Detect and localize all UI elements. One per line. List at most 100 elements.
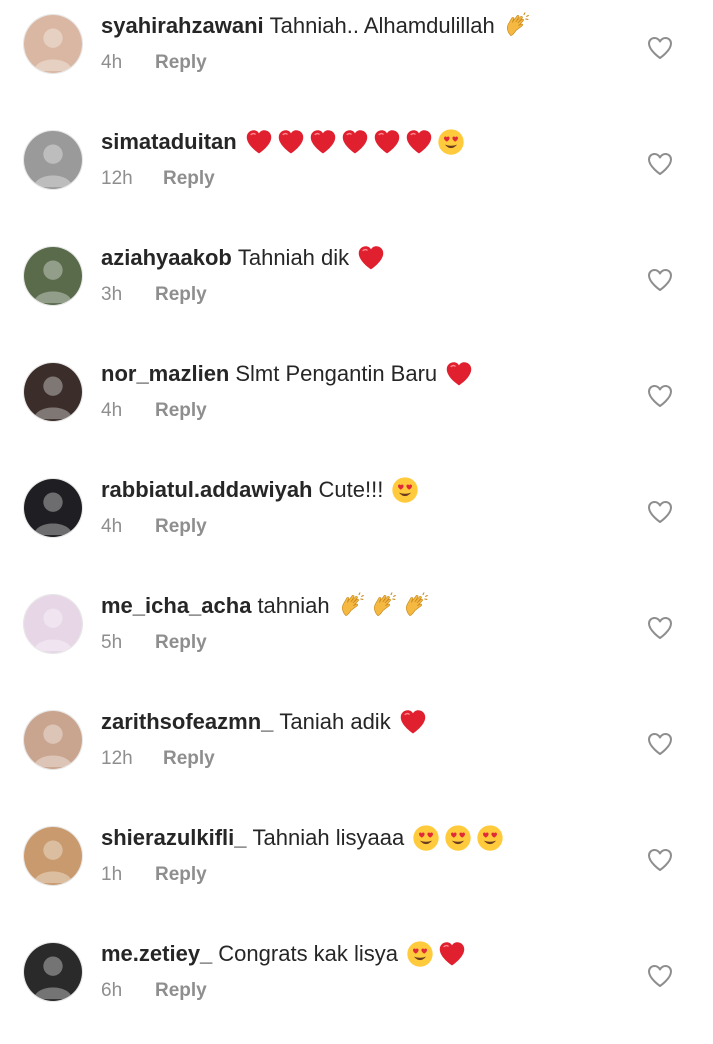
- like-heart-icon[interactable]: [647, 152, 673, 176]
- red-heart-icon: [445, 360, 473, 388]
- comment-meta: 5h Reply: [101, 632, 207, 654]
- avatar[interactable]: [23, 246, 83, 306]
- comment-meta: 4h Reply: [101, 52, 207, 74]
- comment-meta: 4h Reply: [101, 400, 207, 422]
- reply-button[interactable]: Reply: [163, 748, 215, 770]
- reply-button[interactable]: Reply: [155, 400, 207, 422]
- timestamp: 1h: [101, 864, 123, 885]
- red-heart-icon: [357, 244, 385, 272]
- avatar[interactable]: [23, 942, 83, 1002]
- comment-text: Taniah adik: [279, 709, 391, 734]
- comment-row: syahirahzawani Tahniah.. Alhamdulillah 4h R…: [0, 0, 713, 116]
- comment-line: me.zetiey_ Congrats kak lisya: [101, 937, 466, 971]
- like-heart-icon[interactable]: [647, 848, 673, 872]
- heart-eyes-icon: [444, 824, 472, 852]
- username-link[interactable]: zarithsofeazmn_: [101, 705, 273, 739]
- emoji-group: [334, 592, 430, 620]
- reply-button[interactable]: Reply: [155, 284, 207, 306]
- reply-button[interactable]: Reply: [155, 632, 207, 654]
- red-heart-icon: [399, 708, 427, 736]
- red-heart-icon: [277, 128, 305, 156]
- comment-line: shierazulkifli_ Tahniah lisyaaa: [101, 821, 504, 855]
- comment-row: me_icha_acha tahniah 5h Reply: [0, 580, 713, 696]
- heart-eyes-icon: [406, 940, 434, 968]
- heart-eyes-icon: [391, 476, 419, 504]
- avatar[interactable]: [23, 710, 83, 770]
- timestamp: 5h: [101, 632, 123, 653]
- comment-meta: 3h Reply: [101, 284, 207, 306]
- username-link[interactable]: simataduitan: [101, 125, 237, 159]
- avatar[interactable]: [23, 130, 83, 190]
- emoji-group: [387, 476, 419, 504]
- comment-row: aziahyaakob Tahniah dik 3h Reply: [0, 232, 713, 348]
- comment-meta: 12h Reply: [101, 168, 215, 190]
- comment-meta: 6h Reply: [101, 980, 207, 1002]
- reply-button[interactable]: Reply: [155, 864, 207, 886]
- username-link[interactable]: syahirahzawani: [101, 9, 264, 43]
- comment-row: shierazulkifli_ Tahniah lisyaaa 1h Reply: [0, 812, 713, 928]
- comment-line: rabbiatul.addawiyah Cute!!!: [101, 473, 419, 507]
- comment-line: me_icha_acha tahniah: [101, 589, 430, 623]
- reply-button[interactable]: Reply: [155, 52, 207, 74]
- red-heart-icon: [245, 128, 273, 156]
- red-heart-icon: [309, 128, 337, 156]
- username-link[interactable]: me.zetiey_: [101, 937, 212, 971]
- comment-row: zarithsofeazmn_ Taniah adik 12h Reply: [0, 696, 713, 812]
- like-heart-icon[interactable]: [647, 616, 673, 640]
- timestamp: 4h: [101, 516, 123, 537]
- emoji-group: [499, 12, 531, 40]
- timestamp: 4h: [101, 400, 123, 421]
- comment-line: nor_mazlien Slmt Pengantin Baru: [101, 357, 473, 391]
- comment-row: simataduitan 12h Reply: [0, 116, 713, 232]
- clapping-hands-icon: [503, 12, 531, 40]
- comment-row: rabbiatul.addawiyah Cute!!! 4h Reply: [0, 464, 713, 580]
- red-heart-icon: [341, 128, 369, 156]
- red-heart-icon: [438, 940, 466, 968]
- timestamp: 4h: [101, 52, 123, 73]
- like-heart-icon[interactable]: [647, 732, 673, 756]
- emoji-group: [395, 708, 427, 736]
- comment-line: simataduitan: [101, 125, 465, 159]
- like-heart-icon[interactable]: [647, 268, 673, 292]
- like-heart-icon[interactable]: [647, 36, 673, 60]
- avatar[interactable]: [23, 14, 83, 74]
- avatar[interactable]: [23, 826, 83, 886]
- reply-button[interactable]: Reply: [155, 980, 207, 1002]
- timestamp: 12h: [101, 748, 133, 769]
- username-link[interactable]: shierazulkifli_: [101, 821, 247, 855]
- emoji-group: [441, 360, 473, 388]
- timestamp: 12h: [101, 168, 133, 189]
- avatar[interactable]: [23, 594, 83, 654]
- like-heart-icon[interactable]: [647, 384, 673, 408]
- comment-meta: 4h Reply: [101, 516, 207, 538]
- red-heart-icon: [405, 128, 433, 156]
- comment-line: syahirahzawani Tahniah.. Alhamdulillah: [101, 9, 531, 43]
- heart-eyes-icon: [412, 824, 440, 852]
- comment-row: me.zetiey_ Congrats kak lisya 6h Reply: [0, 928, 713, 1044]
- comment-text: Cute!!!: [318, 477, 384, 502]
- avatar[interactable]: [23, 362, 83, 422]
- clapping-hands-icon: [370, 592, 398, 620]
- username-link[interactable]: rabbiatul.addawiyah: [101, 473, 313, 507]
- comment-text: Slmt Pengantin Baru: [235, 361, 438, 386]
- emoji-group: [353, 244, 385, 272]
- emoji-group: [408, 824, 504, 852]
- comment-text: Congrats kak lisya: [218, 941, 399, 966]
- username-link[interactable]: aziahyaakob: [101, 241, 232, 275]
- reply-button[interactable]: Reply: [163, 168, 215, 190]
- reply-button[interactable]: Reply: [155, 516, 207, 538]
- timestamp: 6h: [101, 980, 123, 1001]
- username-link[interactable]: nor_mazlien: [101, 357, 229, 391]
- avatar[interactable]: [23, 478, 83, 538]
- comment-line: aziahyaakob Tahniah dik: [101, 241, 385, 275]
- comment-row: nor_mazlien Slmt Pengantin Baru 4h Reply: [0, 348, 713, 464]
- clapping-hands-icon: [402, 592, 430, 620]
- comment-meta: 12h Reply: [101, 748, 215, 770]
- heart-eyes-icon: [476, 824, 504, 852]
- comment-text: tahniah: [257, 593, 330, 618]
- comment-line: zarithsofeazmn_ Taniah adik: [101, 705, 427, 739]
- like-heart-icon[interactable]: [647, 500, 673, 524]
- username-link[interactable]: me_icha_acha: [101, 589, 251, 623]
- timestamp: 3h: [101, 284, 123, 305]
- like-heart-icon[interactable]: [647, 964, 673, 988]
